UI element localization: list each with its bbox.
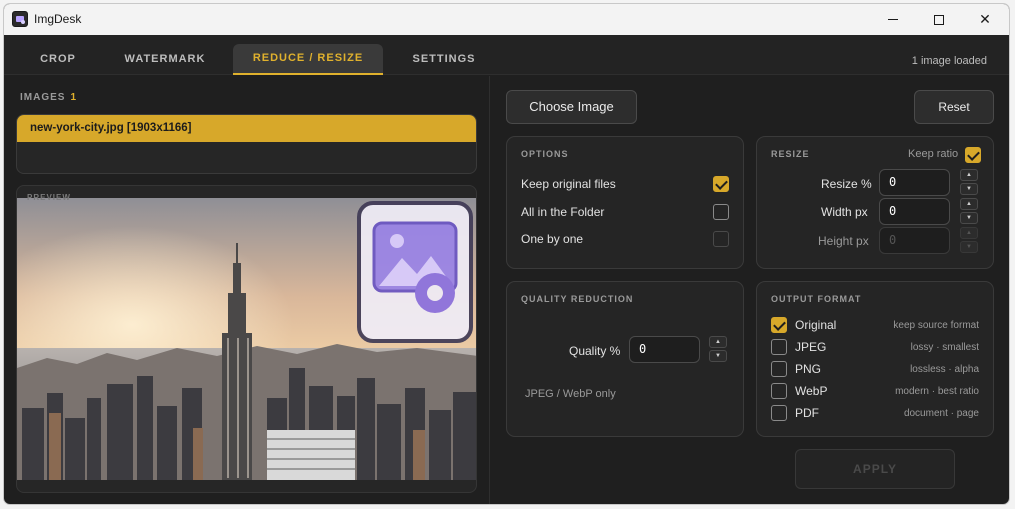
option-label: All in the Folder [521, 205, 605, 219]
keep-ratio-label: Keep ratio [908, 148, 959, 160]
choose-image-button[interactable]: Choose Image [506, 90, 637, 124]
all-in-folder-checkbox[interactable] [713, 204, 729, 220]
tab-bar: CROP WATERMARK REDUCE / RESIZE SETTINGS … [4, 35, 1009, 75]
format-label: JPEG [795, 340, 827, 354]
option-label: Keep original files [521, 177, 616, 191]
preview-panel: PREVIEW [16, 185, 477, 493]
close-icon: ✕ [979, 11, 991, 27]
keep-original-checkbox[interactable] [713, 176, 729, 192]
list-item[interactable]: new-york-city.jpg [1903x1166] [17, 115, 476, 142]
title-bar: ImgDesk ✕ [4, 4, 1009, 35]
quality-up-icon[interactable]: ▲ [709, 336, 727, 348]
quality-title: QUALITY REDUCTION [521, 294, 634, 304]
format-png-radio[interactable] [771, 361, 787, 377]
minimize-icon [888, 19, 898, 20]
width-down-icon[interactable]: ▼ [960, 212, 978, 224]
resize-percent-label: Resize % [821, 177, 872, 191]
images-label: IMAGES [20, 92, 66, 103]
width-up-icon[interactable]: ▲ [960, 198, 978, 210]
format-desc: lossless · alpha [910, 364, 979, 375]
close-button[interactable]: ✕ [962, 4, 1008, 35]
option-label: One by one [521, 232, 584, 246]
preview-image [17, 198, 476, 480]
output-format-panel: OUTPUT FORMAT Original keep source forma… [756, 281, 994, 437]
format-original-radio[interactable] [771, 317, 787, 333]
format-desc: keep source format [893, 320, 979, 331]
format-desc: lossy · smallest [910, 342, 979, 353]
resize-percent-up-icon[interactable]: ▲ [960, 169, 978, 181]
preview-label: PREVIEW [27, 193, 71, 202]
images-heading: IMAGES 1 [20, 92, 77, 103]
height-up-icon[interactable]: ▲ [960, 227, 978, 239]
height-input[interactable]: 0 [879, 227, 950, 254]
quality-note: JPEG / WebP only [525, 388, 616, 400]
tab-settings[interactable]: SETTINGS [398, 44, 490, 75]
output-format-title: OUTPUT FORMAT [771, 294, 862, 304]
left-pane: IMAGES 1 new-york-city.jpg [1903x1166] PR… [4, 76, 490, 504]
format-pdf-radio[interactable] [771, 405, 787, 421]
window-title: ImgDesk [34, 12, 82, 26]
options-panel: OPTIONS Keep original files All in the F… [506, 136, 744, 269]
quality-input[interactable]: 0 [629, 336, 700, 363]
keep-ratio-checkbox[interactable] [965, 147, 981, 163]
height-label: Height px [818, 234, 869, 248]
maximize-button[interactable] [916, 4, 962, 35]
quality-label: Quality % [569, 344, 621, 358]
reset-button[interactable]: Reset [914, 90, 994, 124]
tab-crop[interactable]: CROP [22, 44, 94, 75]
format-label: WebP [795, 384, 828, 398]
height-down-icon[interactable]: ▼ [960, 241, 978, 253]
format-webp-radio[interactable] [771, 383, 787, 399]
image-list: new-york-city.jpg [1903x1166] [16, 114, 477, 174]
images-count-badge: 1 [70, 92, 78, 103]
app-window: ImgDesk ✕ CROP WATERMARK REDUCE / RESIZE… [3, 3, 1010, 505]
apply-button[interactable]: APPLY [795, 449, 955, 489]
resize-panel: RESIZE Keep ratio Resize % 0 ▲ ▼ Width p… [756, 136, 994, 269]
format-label: PNG [795, 362, 822, 376]
options-title: OPTIONS [521, 149, 569, 159]
one-by-one-checkbox[interactable] [713, 231, 729, 247]
format-label: Original [795, 318, 837, 332]
resize-title: RESIZE [771, 149, 810, 159]
quality-panel: QUALITY REDUCTION Quality % 0 ▲ ▼ JPEG /… [506, 281, 744, 437]
format-desc: modern · best ratio [895, 386, 979, 397]
app-logo-icon [12, 11, 28, 27]
tab-watermark[interactable]: WATERMARK [112, 44, 218, 75]
maximize-icon [934, 14, 944, 25]
width-input[interactable]: 0 [879, 198, 950, 225]
format-jpeg-radio[interactable] [771, 339, 787, 355]
status-text: 1 image loaded [911, 55, 987, 67]
format-desc: document · page [903, 408, 979, 419]
minimize-button[interactable] [870, 4, 916, 35]
resize-percent-down-icon[interactable]: ▼ [960, 183, 978, 195]
format-label: PDF [795, 406, 819, 420]
width-label: Width px [821, 205, 868, 219]
quality-down-icon[interactable]: ▼ [709, 350, 727, 362]
resize-percent-input[interactable]: 0 [879, 169, 950, 196]
tab-reduce-resize[interactable]: REDUCE / RESIZE [233, 44, 383, 75]
